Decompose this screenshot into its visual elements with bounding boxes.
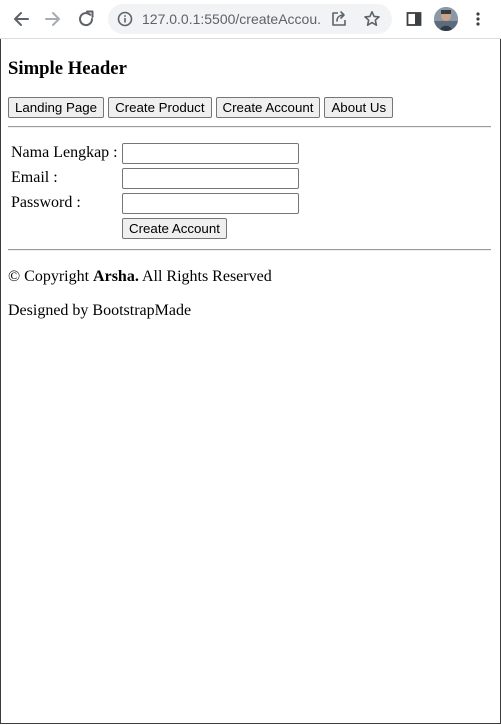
forward-button[interactable] (39, 5, 67, 33)
password-label: Password : (11, 194, 81, 211)
email-input[interactable] (122, 168, 299, 189)
copyright-prefix: © Copyright (8, 268, 94, 285)
copyright-suffix: All Rights Reserved (138, 268, 272, 285)
arrow-left-icon (14, 12, 29, 26)
nama-lengkap-label: Nama Lengkap : (11, 144, 118, 161)
side-panel-button[interactable] (400, 5, 428, 33)
side-panel-icon (406, 12, 422, 26)
reload-button[interactable] (72, 5, 100, 33)
nav-create-product-button[interactable]: Create Product (108, 97, 212, 118)
profile-avatar[interactable] (434, 7, 458, 31)
brand-name: Arsha. (93, 268, 139, 285)
reload-icon (79, 10, 94, 27)
browser-toolbar: 127.0.0.1:5500/createAccou... (0, 0, 501, 39)
create-account-submit-button[interactable]: Create Account (122, 218, 227, 239)
arrow-right-icon (45, 12, 60, 26)
page-title: Simple Header (8, 58, 127, 79)
divider (8, 249, 491, 251)
nav-create-account-button[interactable]: Create Account (215, 97, 321, 118)
back-button[interactable] (7, 5, 35, 33)
email-label: Email : (11, 169, 58, 186)
browser-menu-button[interactable] (464, 5, 492, 33)
divider (8, 126, 491, 128)
avatar-icon (434, 7, 458, 31)
nav-bar: Landing Page Create Product Create Account… (8, 97, 397, 118)
kebab-menu-icon (476, 12, 480, 26)
footer-credits: Designed by BootstrapMade (8, 302, 192, 319)
nama-lengkap-input[interactable] (122, 143, 299, 164)
nav-landing-page-button[interactable]: Landing Page (8, 97, 105, 118)
url-text[interactable]: 127.0.0.1:5500/createAccou... (142, 11, 322, 27)
info-icon[interactable] (116, 10, 134, 28)
password-input[interactable] (122, 193, 299, 214)
nav-about-us-button[interactable]: About Us (324, 97, 394, 118)
star-icon[interactable] (363, 10, 381, 28)
address-bar[interactable]: 127.0.0.1:5500/createAccou... (108, 4, 392, 34)
share-icon[interactable] (330, 10, 348, 28)
footer-copyright: © Copyright Arsha. All Rights Reserved (8, 268, 272, 286)
